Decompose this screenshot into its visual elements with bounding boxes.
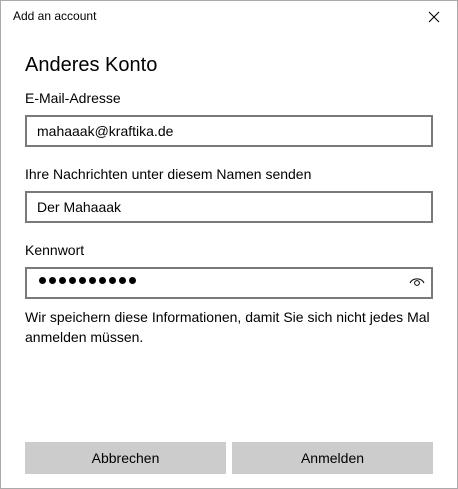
password-dot bbox=[129, 277, 136, 284]
eye-icon bbox=[409, 274, 425, 292]
email-label: E-Mail-Adresse bbox=[25, 90, 121, 106]
password-dot bbox=[119, 277, 126, 284]
page-title: Anderes Konto bbox=[25, 54, 158, 76]
display-name-field-box bbox=[25, 191, 433, 223]
password-dot bbox=[69, 277, 76, 284]
close-icon bbox=[428, 11, 440, 23]
email-field[interactable] bbox=[27, 117, 431, 145]
title-bar: Add an account bbox=[1, 1, 457, 33]
password-label: Kennwort bbox=[25, 242, 85, 258]
info-text: Wir speichern diese Informationen, damit… bbox=[25, 309, 430, 345]
close-button[interactable] bbox=[411, 1, 457, 33]
password-dot bbox=[49, 277, 56, 284]
password-dot bbox=[79, 277, 86, 284]
password-dot bbox=[59, 277, 66, 284]
cancel-button[interactable]: Abbrechen bbox=[25, 442, 226, 474]
email-field-box bbox=[25, 115, 433, 147]
password-dot bbox=[99, 277, 106, 284]
password-dot bbox=[39, 277, 46, 284]
window-title: Add an account bbox=[13, 9, 97, 23]
add-account-dialog: Add an account Anderes Konto E-Mail-Adre… bbox=[0, 0, 458, 489]
display-name-field[interactable] bbox=[27, 193, 431, 221]
sign-in-button[interactable]: Anmelden bbox=[232, 442, 433, 474]
password-mask bbox=[39, 277, 136, 284]
display-name-label: Ihre Nachrichten unter diesem Namen send… bbox=[25, 166, 312, 182]
password-dot bbox=[109, 277, 116, 284]
password-field[interactable] bbox=[25, 267, 433, 299]
reveal-password-button[interactable] bbox=[403, 269, 431, 297]
password-dot bbox=[89, 277, 96, 284]
